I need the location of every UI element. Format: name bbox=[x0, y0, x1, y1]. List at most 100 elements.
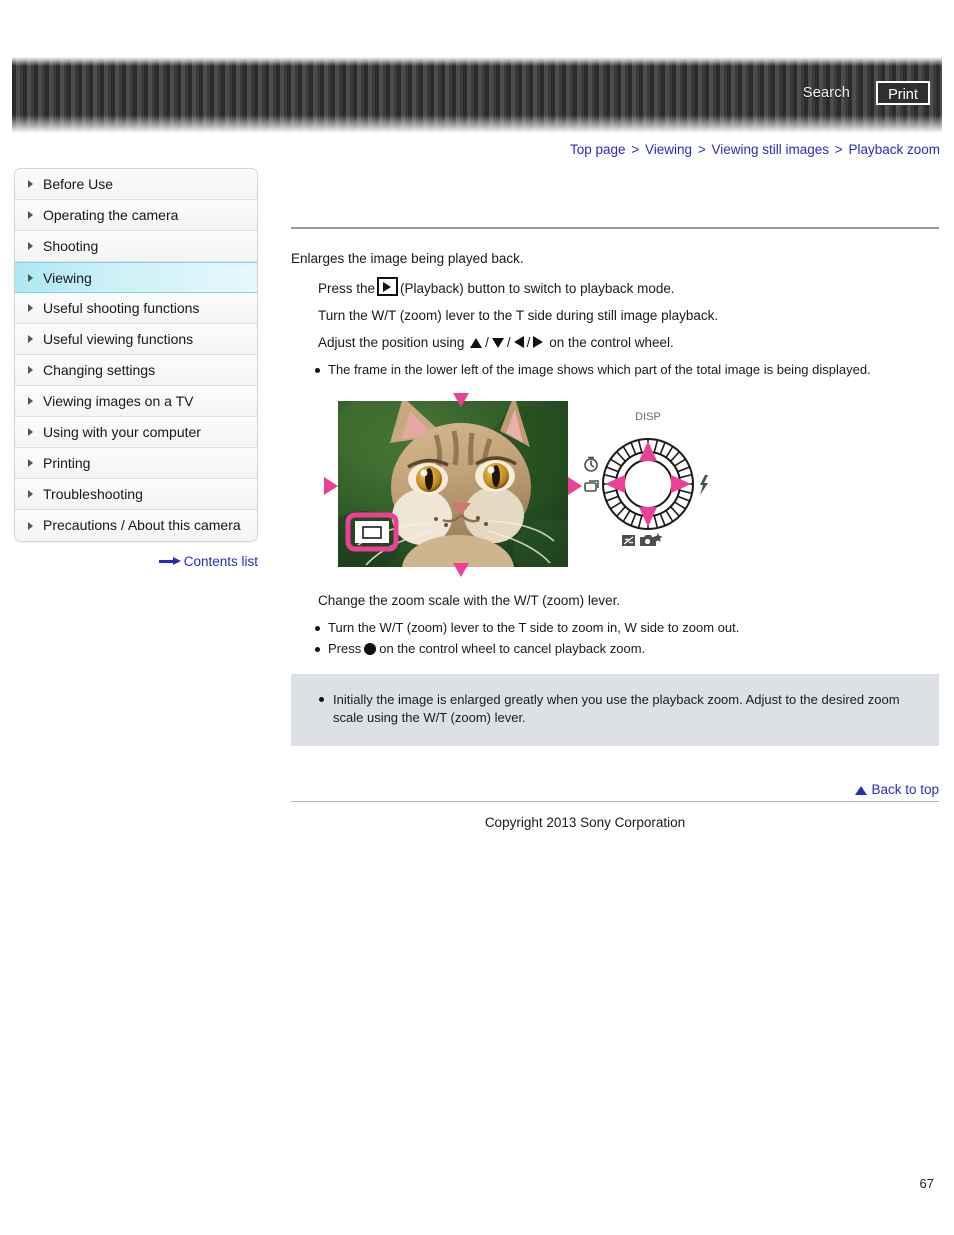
chevron-right-icon bbox=[28, 180, 33, 188]
sidebar-item-label: Using with your computer bbox=[43, 424, 201, 440]
chevron-right-icon bbox=[28, 521, 33, 530]
sidebar-item-label: Viewing images on a TV bbox=[43, 393, 194, 409]
breadcrumb-item-viewing-still-images[interactable]: Viewing still images bbox=[711, 142, 829, 157]
sidebar-nav: Before Use Operating the camera Shooting… bbox=[14, 168, 258, 542]
search-link[interactable]: Search bbox=[803, 85, 850, 101]
header-banner: Search Print bbox=[12, 57, 942, 133]
step-4: Change the zoom scale with the W/T (zoom… bbox=[318, 593, 621, 608]
sidebar-item-troubleshooting[interactable]: Troubleshooting bbox=[15, 479, 257, 510]
arrow-right-icon bbox=[158, 556, 181, 566]
sidebar-item-before-use[interactable]: Before Use bbox=[15, 169, 257, 200]
sidebar-item-label: Shooting bbox=[43, 238, 99, 254]
sidebar-item-useful-shooting-functions[interactable]: Useful shooting functions bbox=[15, 293, 257, 324]
bullet-dot-icon bbox=[315, 647, 320, 652]
sidebar-item-label: Precautions / About this camera bbox=[43, 517, 241, 533]
control-wheel-diagram: DISP bbox=[584, 411, 708, 546]
photo-arrow-right-icon bbox=[568, 477, 582, 495]
note-line: Initially the image is enlarged greatly … bbox=[319, 691, 911, 727]
chevron-right-icon bbox=[28, 273, 33, 282]
sidebar-item-label: Troubleshooting bbox=[43, 486, 143, 502]
chevron-right-icon bbox=[28, 428, 33, 436]
self-timer-icon bbox=[584, 456, 598, 472]
sidebar-item-precautions-about-this-camera[interactable]: Precautions / About this camera bbox=[15, 510, 257, 541]
arrow-up-icon bbox=[470, 338, 483, 348]
photo-arrow-down-icon bbox=[453, 563, 469, 577]
sidebar-item-shooting[interactable]: Shooting bbox=[15, 231, 257, 262]
back-to-top-link[interactable]: Back to top bbox=[291, 782, 939, 797]
step-1-text-after: (Playback) button to switch to playback … bbox=[400, 281, 675, 296]
chevron-right-icon bbox=[28, 366, 33, 374]
step-4-note-2-after: on the control wheel to cancel playback … bbox=[379, 641, 646, 656]
chevron-right-icon bbox=[28, 335, 33, 343]
footer-divider bbox=[291, 801, 939, 802]
breadcrumb-separator: > bbox=[631, 142, 640, 157]
sidebar-item-viewing-images-on-a-tv[interactable]: Viewing images on a TV bbox=[15, 386, 257, 417]
sidebar-item-printing[interactable]: Printing bbox=[15, 448, 257, 479]
bullet-dot-icon bbox=[315, 626, 320, 631]
sidebar-item-label: Changing settings bbox=[43, 362, 156, 378]
sidebar-item-label: Useful shooting functions bbox=[43, 300, 200, 316]
step-3-text-before: Adjust the position using bbox=[318, 335, 465, 350]
page-number: 67 bbox=[919, 1176, 934, 1191]
step-2: Turn the W/T (zoom) lever to the T side … bbox=[318, 308, 719, 323]
playback-button-icon bbox=[377, 277, 399, 296]
sidebar-item-label: Before Use bbox=[43, 176, 114, 192]
breadcrumb-item-viewing[interactable]: Viewing bbox=[645, 142, 692, 157]
chevron-right-icon bbox=[28, 397, 33, 405]
step-4-note-2-before: Press bbox=[328, 641, 362, 656]
illustration-svg: DISP bbox=[324, 393, 708, 577]
breadcrumb-separator: > bbox=[834, 142, 843, 157]
bullet-dot-icon bbox=[315, 368, 320, 373]
sidebar-item-label: Operating the camera bbox=[43, 207, 179, 223]
breadcrumb-item-playback-zoom[interactable]: Playback zoom bbox=[848, 142, 940, 157]
main-content: Enlarges the image being played back. Pr… bbox=[291, 168, 939, 830]
content-top-divider bbox=[291, 227, 939, 229]
playback-zoom-illustration: DISP bbox=[318, 391, 708, 577]
arrow-down-icon bbox=[491, 338, 504, 348]
sidebar-item-label: Viewing bbox=[43, 270, 92, 286]
breadcrumb-separator: > bbox=[697, 142, 706, 157]
note-box: Initially the image is enlarged greatly … bbox=[291, 674, 939, 746]
exposure-compensation-icon bbox=[622, 535, 635, 546]
step-3-note-label: The frame in the lower left of the image… bbox=[328, 362, 871, 377]
chevron-right-icon bbox=[28, 490, 33, 498]
sidebar-item-operating-the-camera[interactable]: Operating the camera bbox=[15, 200, 257, 231]
sidebar-item-changing-settings[interactable]: Changing settings bbox=[15, 355, 257, 386]
photo-arrow-left-icon-outer bbox=[324, 477, 338, 495]
sidebar-item-label: Printing bbox=[43, 455, 91, 471]
arrow-left-icon bbox=[513, 336, 524, 348]
flash-icon bbox=[700, 475, 708, 495]
step-4-note-1: Turn the W/T (zoom) lever to the T side … bbox=[291, 620, 939, 635]
contents-list-label: Contents list bbox=[183, 553, 258, 569]
chevron-right-icon bbox=[28, 459, 33, 467]
arrow-right-icon bbox=[533, 336, 544, 348]
step-3-note: The frame in the lower left of the image… bbox=[291, 362, 939, 377]
photo-creativity-icon bbox=[640, 533, 663, 546]
step-1: Press the (Playback) button to switch to … bbox=[291, 277, 939, 296]
step-1-text-before: Press the bbox=[318, 281, 376, 296]
sidebar-item-viewing[interactable]: Viewing bbox=[15, 262, 257, 293]
chevron-right-icon bbox=[28, 304, 33, 312]
triangle-up-icon bbox=[855, 786, 868, 795]
center-button-icon bbox=[364, 643, 377, 655]
step-4-note-2: Press on the control wheel to cancel play… bbox=[291, 641, 939, 656]
breadcrumb: Top page > Viewing > Viewing still image… bbox=[570, 142, 940, 157]
bullet-dot-icon bbox=[319, 697, 324, 702]
sidebar-item-useful-viewing-functions[interactable]: Useful viewing functions bbox=[15, 324, 257, 355]
sidebar-item-label: Useful viewing functions bbox=[43, 331, 194, 347]
burst-drive-mode-icon bbox=[584, 480, 599, 492]
step-4-note-1-label: Turn the W/T (zoom) lever to the T side … bbox=[328, 620, 740, 635]
intro-text: Enlarges the image being played back. bbox=[291, 251, 524, 266]
chevron-right-icon bbox=[28, 211, 33, 219]
step-3-text-after: on the control wheel. bbox=[549, 335, 674, 350]
wheel-label-disp: DISP bbox=[635, 411, 661, 423]
sidebar-item-using-with-your-computer[interactable]: Using with your computer bbox=[15, 417, 257, 448]
back-to-top-label: Back to top bbox=[871, 782, 939, 797]
print-button[interactable]: Print bbox=[876, 81, 930, 105]
contents-list-link[interactable]: Contents list bbox=[14, 553, 258, 569]
step-3: Adjust the position using / / / on the con… bbox=[318, 335, 674, 350]
chevron-right-icon bbox=[28, 242, 33, 250]
note-text: Initially the image is enlarged greatly … bbox=[333, 692, 900, 725]
copyright-text: Copyright 2013 Sony Corporation bbox=[484, 815, 686, 830]
breadcrumb-item-top-page[interactable]: Top page bbox=[570, 142, 626, 157]
